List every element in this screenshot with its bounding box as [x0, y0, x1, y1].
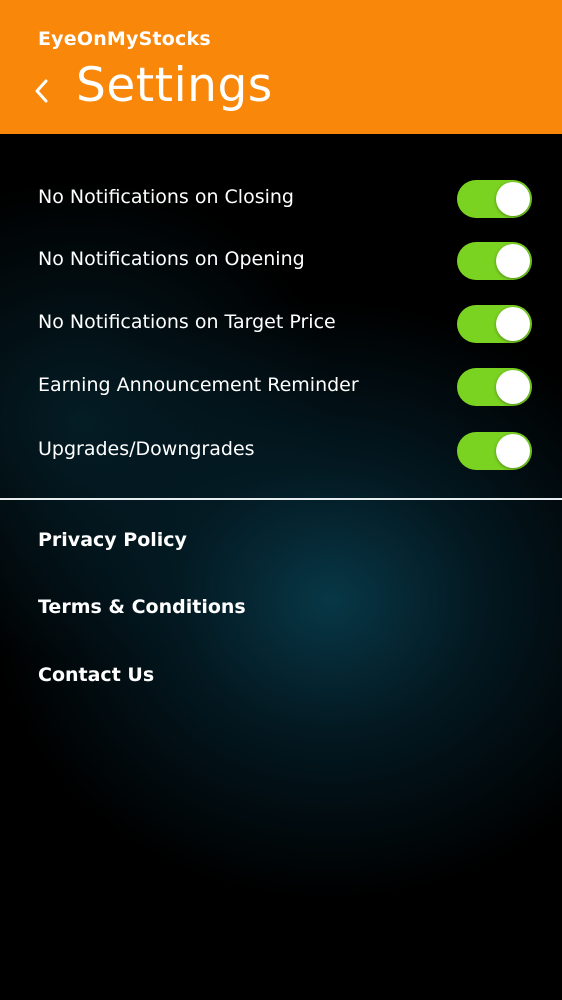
toggle-switch-upgrades-downgrades[interactable]: [457, 432, 532, 470]
header-bar: EyeOnMyStocks Settings: [0, 0, 562, 134]
toggle-knob: [496, 244, 530, 278]
toggle-knob: [496, 370, 530, 404]
toggle-knob: [496, 182, 530, 216]
setting-label: Upgrades/Downgrades: [38, 438, 255, 460]
toggle-switch-target-price[interactable]: [457, 305, 532, 343]
toggle-switch-earning-reminder[interactable]: [457, 368, 532, 406]
setting-row-closing: No Notifications on Closing: [0, 174, 562, 224]
setting-label: No Notifications on Closing: [38, 186, 294, 208]
setting-row-opening: No Notifications on Opening: [0, 236, 562, 286]
toggle-switch-opening[interactable]: [457, 242, 532, 280]
privacy-policy-link[interactable]: Privacy Policy: [38, 529, 187, 551]
setting-row-earning-reminder: Earning Announcement Reminder: [0, 362, 562, 412]
toggle-switch-closing[interactable]: [457, 180, 532, 218]
setting-label: No Notifications on Opening: [38, 248, 305, 270]
contact-us-link[interactable]: Contact Us: [38, 664, 154, 686]
setting-label: No Notifications on Target Price: [38, 311, 336, 333]
chevron-left-icon[interactable]: [32, 74, 54, 108]
toggle-knob: [496, 434, 530, 468]
toggle-knob: [496, 307, 530, 341]
app-name: EyeOnMyStocks: [38, 28, 211, 50]
terms-conditions-link[interactable]: Terms & Conditions: [38, 596, 246, 618]
setting-label: Earning Announcement Reminder: [38, 374, 359, 396]
section-divider: [0, 498, 562, 500]
page-title: Settings: [76, 58, 273, 113]
settings-screen: EyeOnMyStocks Settings No Notifications …: [0, 0, 562, 1000]
setting-row-upgrades-downgrades: Upgrades/Downgrades: [0, 426, 562, 476]
setting-row-target-price: No Notifications on Target Price: [0, 299, 562, 349]
